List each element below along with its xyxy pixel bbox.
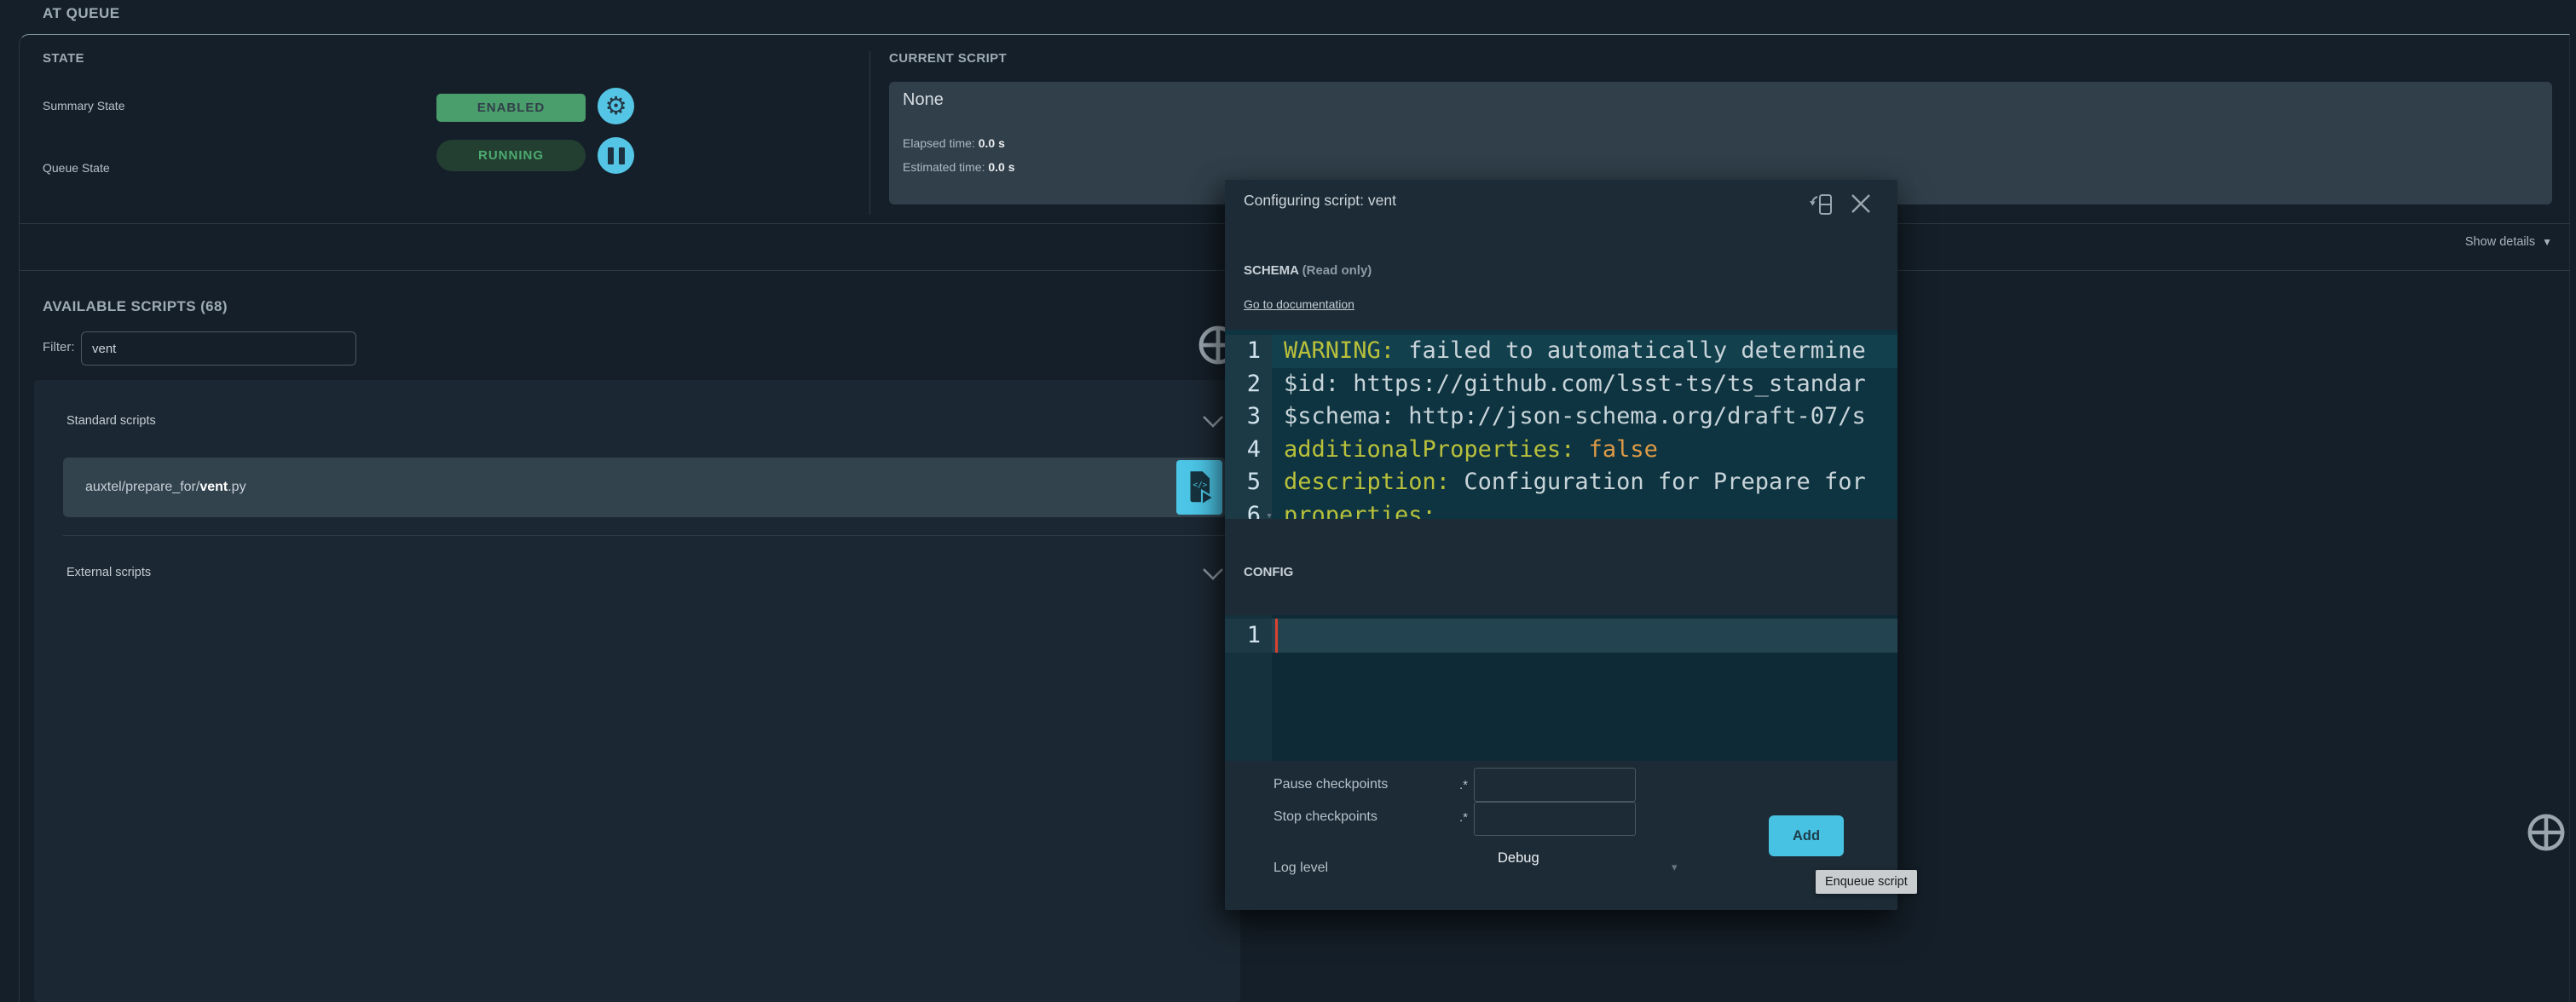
pause-checkpoints-pattern: .* <box>1459 778 1468 792</box>
estimated-time-row: Estimated time: 0.0 s <box>903 160 1015 174</box>
state-divider <box>869 51 870 215</box>
show-details-caret-icon: ▼ <box>2542 236 2552 248</box>
at-queue-page: AT QUEUE STATE Summary State ENABLED ⚙ Q… <box>0 0 2576 1002</box>
log-level-select[interactable]: Debug <box>1498 850 1539 867</box>
resize-modal-button[interactable] <box>1807 190 1838 222</box>
show-details-label: Show details <box>2465 235 2535 249</box>
schema-code-line: 6▾properties: <box>1225 499 1897 520</box>
configure-script-button[interactable]: </> <box>1176 460 1222 515</box>
filter-input[interactable] <box>81 331 356 366</box>
pause-queue-button[interactable] <box>598 137 634 174</box>
schema-code-line: 4additionalProperties: false <box>1225 434 1897 467</box>
drag-target-icon[interactable] <box>2526 812 2567 857</box>
estimated-time-value: 0.0 s <box>988 160 1014 174</box>
chevron-down-icon[interactable] <box>1202 567 1224 581</box>
schema-code-line: 5description: Configuration for Prepare … <box>1225 466 1897 499</box>
schema-code-line: 2$id: https://github.com/lsst-ts/ts_stan… <box>1225 368 1897 401</box>
chevron-down-icon[interactable] <box>1202 415 1224 429</box>
script-list-item[interactable]: auxtel/prepare_for/vent.py </> <box>63 458 1226 517</box>
collapse-caret-icon[interactable]: ▾ <box>1266 500 1273 520</box>
current-script-name: None <box>903 90 944 110</box>
modal-title: Configuring script: vent <box>1244 192 1396 210</box>
estimated-time-label: Estimated time: <box>903 160 985 174</box>
schema-code-lines: 1WARNING: failed to automatically determ… <box>1225 330 1897 519</box>
add-button[interactable]: Add <box>1769 815 1844 856</box>
summary-state-label: Summary State <box>43 99 124 112</box>
available-scripts-title: AVAILABLE SCRIPTS (68) <box>43 298 228 315</box>
close-icon <box>1848 191 1874 216</box>
script-path: auxtel/prepare_for/vent.py <box>85 458 246 517</box>
stop-checkpoints-pattern: .* <box>1459 810 1468 825</box>
summary-state-badge: ENABLED <box>436 94 586 122</box>
group-divider <box>63 535 1226 536</box>
elapsed-time-row: Elapsed time: 0.0 s <box>903 136 1005 150</box>
filter-label: Filter: <box>43 340 75 354</box>
summary-state-config-button[interactable]: ⚙ <box>598 88 634 124</box>
pause-checkpoints-label: Pause checkpoints <box>1274 777 1388 792</box>
current-script-title: CURRENT SCRIPT <box>889 51 1007 66</box>
schema-code-line: 3$schema: http://json-schema.org/draft-0… <box>1225 400 1897 434</box>
log-level-label: Log level <box>1274 861 1328 876</box>
config-line-number: 1 <box>1225 619 1272 653</box>
gear-icon: ⚙ <box>605 94 627 118</box>
external-scripts-header[interactable]: External scripts <box>66 566 151 579</box>
enqueue-script-tooltip: Enqueue script <box>1816 870 1917 894</box>
config-active-line: 1 <box>1225 619 1897 653</box>
pause-checkpoints-input[interactable] <box>1474 768 1636 802</box>
configure-script-modal: Configuring script: vent SCHEMA (Read on… <box>1225 180 1897 910</box>
config-heading: CONFIG <box>1244 565 1293 579</box>
flip-card-icon <box>1807 190 1838 219</box>
elapsed-time-value: 0.0 s <box>979 136 1005 150</box>
launch-script-icon: </> <box>1184 469 1215 506</box>
schema-readonly-note: (Read only) <box>1302 263 1372 278</box>
state-section-title: STATE <box>43 51 84 66</box>
scripts-list-panel: Standard scripts auxtel/prepare_for/vent… <box>34 380 1240 1002</box>
page-title: AT QUEUE <box>43 5 120 22</box>
stop-checkpoints-input[interactable] <box>1474 802 1636 836</box>
schema-editor[interactable]: 1WARNING: failed to automatically determ… <box>1225 330 1897 519</box>
stop-checkpoints-label: Stop checkpoints <box>1274 809 1378 825</box>
documentation-link[interactable]: Go to documentation <box>1244 297 1354 311</box>
pause-icon <box>608 147 625 164</box>
svg-text:</>: </> <box>1193 481 1208 490</box>
schema-heading: SCHEMA (Read only) <box>1244 263 1372 278</box>
config-editor[interactable]: 1 <box>1225 615 1897 761</box>
schema-code-line: 1WARNING: failed to automatically determ… <box>1225 335 1897 368</box>
show-details-toggle[interactable]: Show details ▼ <box>2465 235 2552 249</box>
elapsed-time-label: Elapsed time: <box>903 136 975 150</box>
queue-state-label: Queue State <box>43 161 110 175</box>
standard-scripts-header[interactable]: Standard scripts <box>66 414 156 428</box>
queue-state-badge: RUNNING <box>436 140 586 171</box>
text-cursor <box>1275 619 1278 653</box>
close-modal-button[interactable] <box>1848 191 1874 219</box>
dropdown-caret-icon[interactable]: ▾ <box>1672 861 1678 874</box>
